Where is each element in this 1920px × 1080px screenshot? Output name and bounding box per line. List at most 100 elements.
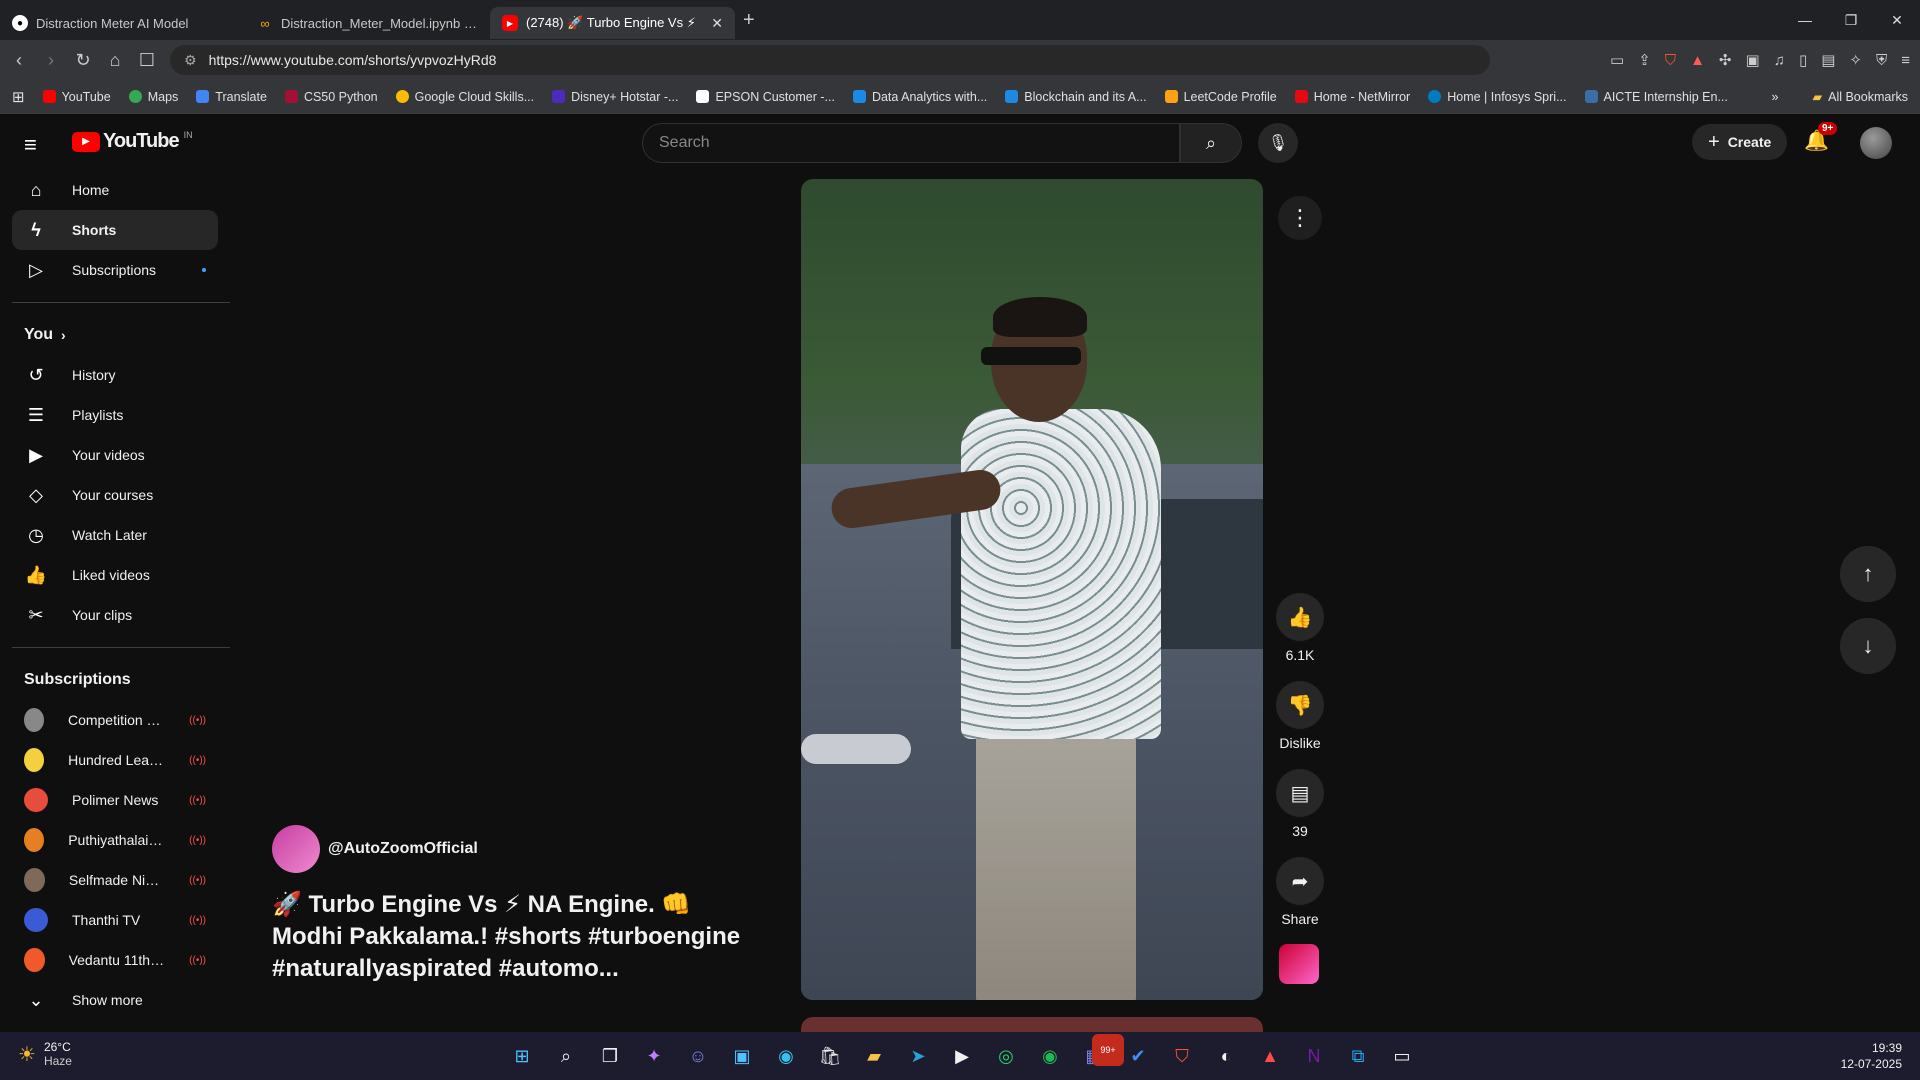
bookmark-aicte[interactable]: AICTE Internship En... — [1584, 90, 1728, 104]
edge-icon[interactable]: ◉ — [770, 1040, 802, 1072]
create-button[interactable]: + Create — [1692, 124, 1788, 160]
subscription-item[interactable]: Polimer News ((•)) — [12, 780, 218, 820]
comments-button[interactable]: ▤ 39 — [1276, 769, 1324, 839]
media-icon[interactable]: ♫ — [1774, 52, 1785, 69]
bookmark-icon[interactable]: ☐ — [138, 50, 156, 71]
cast-icon[interactable]: ▭ — [1610, 51, 1624, 69]
url-field[interactable]: ⚙ https://www.youtube.com/shorts/yvpvozH… — [170, 45, 1490, 75]
subscription-item[interactable]: Selfmade Ninja ...((•)) — [12, 860, 218, 900]
subscription-item[interactable]: Hundred Learnin...((•)) — [12, 740, 218, 780]
tab-distraction-meter[interactable]: ● Distraction Meter AI Model — [0, 7, 245, 39]
new-tab-button[interactable]: + — [743, 9, 755, 32]
bookmark-cs50[interactable]: CS50 Python — [284, 90, 378, 104]
bookmark-google-cloud[interactable]: Google Cloud Skills... — [395, 90, 534, 104]
system-clock[interactable]: 19:39 12-07-2025 — [1841, 1040, 1902, 1072]
spotify-icon[interactable]: ◉ — [1034, 1040, 1066, 1072]
bookmark-epson[interactable]: EPSON Customer -... — [696, 90, 835, 104]
menu-icon[interactable]: ≡ — [1901, 52, 1910, 69]
sidebar-item-watch-later[interactable]: ◷ Watch Later — [12, 515, 218, 555]
telegram-icon[interactable]: ➤ — [902, 1040, 934, 1072]
sidebar-item-playlists[interactable]: ☰ Playlists — [12, 395, 218, 435]
channel-link[interactable]: @AutoZoomOfficial — [272, 825, 752, 873]
like-button[interactable]: 👍 6.1K — [1276, 593, 1324, 663]
microsoft-store-icon[interactable]: 🛍 — [814, 1040, 846, 1072]
share-button[interactable]: ➦ Share — [1276, 857, 1324, 927]
sidebar-item-home[interactable]: ⌂ Home — [12, 170, 218, 210]
channel-thumbnail[interactable] — [1279, 944, 1319, 984]
subscription-item[interactable]: Puthiyathalaimur...((•)) — [12, 820, 218, 860]
show-more-button[interactable]: ⌄ Show more — [12, 980, 218, 1020]
youtube-logo[interactable]: ▶ YouTube IN — [72, 130, 193, 153]
brave-shield-icon[interactable]: ⛉ — [1665, 52, 1676, 69]
sidebar-item-liked-videos[interactable]: 👍 Liked videos — [12, 555, 218, 595]
onenote-icon[interactable]: N — [1298, 1040, 1330, 1072]
adobe-icon[interactable]: ▲ — [1254, 1040, 1286, 1072]
brave-icon[interactable]: ⛉ — [1166, 1040, 1198, 1072]
notifications-button[interactable]: 🔔 9+ — [1804, 122, 1838, 153]
short-video-player[interactable] — [801, 179, 1263, 1000]
sidebar-item-subscriptions[interactable]: ▷ Subscriptions — [12, 250, 218, 290]
subscription-item[interactable]: Competition Wall...((•)) — [12, 700, 218, 740]
voice-search-button[interactable]: 🎙 — [1258, 123, 1298, 163]
sidebar-you-heading[interactable]: You › — [0, 315, 230, 355]
wallet-icon[interactable]: ▤ — [1821, 51, 1835, 69]
previous-short-button[interactable]: ↑ — [1840, 546, 1896, 602]
subscription-item[interactable]: Vedantu 11th 12...((•)) — [12, 940, 218, 980]
vpn-icon[interactable]: ⛨ — [1876, 52, 1887, 69]
store-icon[interactable]: ▣ — [726, 1040, 758, 1072]
github-desktop-icon[interactable]: ◐ — [1210, 1040, 1242, 1072]
search-icon[interactable]: ⌕ — [550, 1040, 582, 1072]
search-input[interactable]: Search — [642, 123, 1180, 163]
windows-start-icon[interactable]: ⊞ — [506, 1040, 538, 1072]
sidebar-item-shorts[interactable]: ϟ Shorts — [12, 210, 218, 250]
bookmark-youtube[interactable]: YouTube — [42, 90, 111, 104]
teams-icon[interactable]: ▦99+ — [1078, 1034, 1124, 1072]
vscode-icon[interactable]: ⧉ — [1342, 1040, 1374, 1072]
bookmark-translate[interactable]: Translate — [196, 90, 267, 104]
tab-colab-notebook[interactable]: ∞ Distraction_Meter_Model.ipynb - Col — [245, 7, 490, 39]
more-options-button[interactable]: ⋮ — [1278, 196, 1322, 240]
bookmark-maps[interactable]: Maps — [128, 90, 178, 104]
sidebar-item-history[interactable]: ↺ History — [12, 355, 218, 395]
apps-icon[interactable]: ⊞ — [12, 88, 25, 106]
home-browser-icon[interactable]: ⌂ — [106, 50, 124, 71]
bookmark-data-analytics[interactable]: Data Analytics with... — [852, 90, 987, 104]
terminal-icon[interactable]: ▭ — [1386, 1040, 1418, 1072]
reload-icon[interactable]: ↻ — [74, 50, 92, 71]
sidebar-item-your-clips[interactable]: ✂ Your clips — [12, 595, 218, 635]
bookmark-blockchain[interactable]: Blockchain and its A... — [1005, 90, 1147, 104]
copilot-icon[interactable]: ✦ — [638, 1040, 670, 1072]
sidebar-item-your-courses[interactable]: ◇ Your courses — [12, 475, 218, 515]
dislike-button[interactable]: 👎 Dislike — [1276, 681, 1324, 751]
bookmark-leetcode[interactable]: LeetCode Profile — [1164, 90, 1277, 104]
close-tab-icon[interactable]: ✕ — [711, 15, 723, 32]
bookmark-infosys[interactable]: Home | Infosys Spri... — [1428, 90, 1567, 104]
site-info-icon[interactable]: ⚙ — [184, 52, 197, 69]
extensions-icon[interactable]: ✣ — [1719, 51, 1732, 69]
minimize-icon[interactable]: — — [1782, 0, 1828, 40]
more-bookmarks-icon[interactable]: » — [1772, 90, 1779, 104]
account-avatar[interactable] — [1860, 127, 1892, 159]
file-explorer-icon[interactable]: ▰ — [858, 1040, 890, 1072]
brave-rewards-icon[interactable]: ▲ — [1690, 52, 1705, 69]
hamburger-menu-icon[interactable]: ≡ — [24, 132, 37, 158]
todo-icon[interactable]: ✔ — [1122, 1040, 1154, 1072]
whatsapp-icon[interactable]: ◎ — [990, 1040, 1022, 1072]
search-button[interactable]: ⌕ — [1180, 123, 1242, 163]
bookmark-hotstar[interactable]: Disney+ Hotstar -... — [552, 90, 678, 104]
sidebar-item-your-videos[interactable]: ▶ Your videos — [12, 435, 218, 475]
forward-icon[interactable]: › — [42, 50, 60, 71]
sidebar-icon[interactable]: ▯ — [1799, 51, 1807, 69]
tab-youtube-short[interactable]: ▶ (2748) 🚀 Turbo Engine Vs ⚡ ✕ — [490, 7, 735, 39]
share-icon[interactable]: ⇪ — [1638, 51, 1651, 69]
short-title[interactable]: 🚀 Turbo Engine Vs ⚡ NA Engine. 👊 Modhi P… — [272, 889, 752, 985]
subscription-item[interactable]: Thanthi TV ((•)) — [12, 900, 218, 940]
teams-chat-icon[interactable]: ☺ — [682, 1040, 714, 1072]
next-short-button[interactable]: ↓ — [1840, 618, 1896, 674]
task-view-icon[interactable]: ❐ — [594, 1040, 626, 1072]
back-icon[interactable]: ‹ — [10, 50, 28, 71]
bookmark-netmirror[interactable]: Home - NetMirror — [1294, 90, 1410, 104]
weather-widget[interactable]: ☀ 26°C Haze — [18, 1040, 72, 1068]
restore-icon[interactable]: ❐ — [1828, 0, 1874, 40]
leo-ai-icon[interactable]: ✧ — [1849, 51, 1862, 69]
